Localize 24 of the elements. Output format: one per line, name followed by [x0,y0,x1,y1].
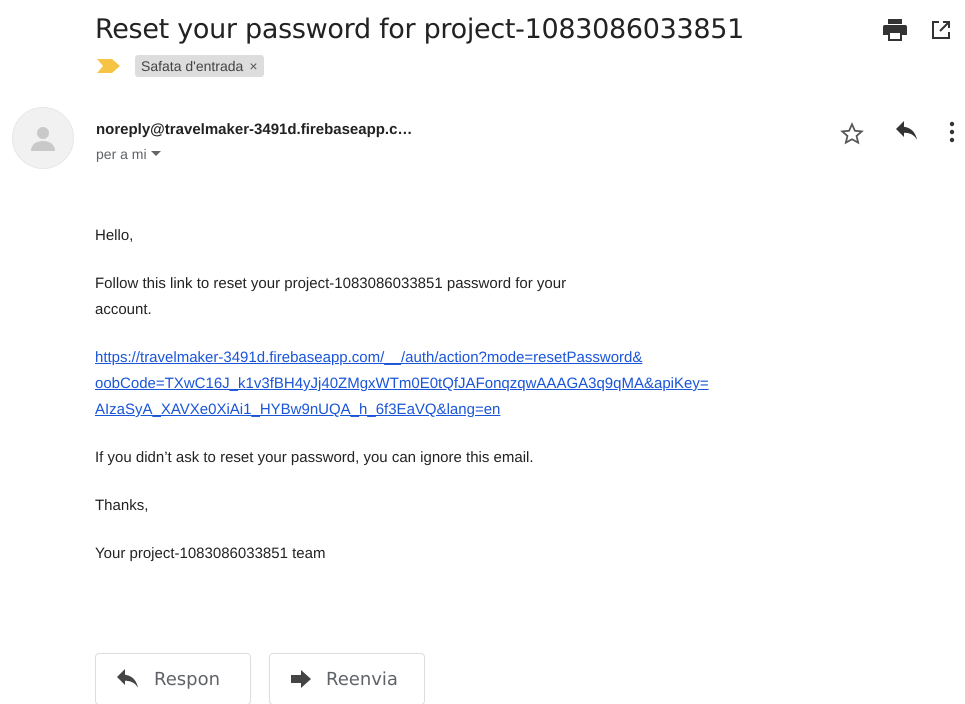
forward-button[interactable]: Reenvia [269,653,425,704]
person-icon [30,125,56,151]
closing-text: Thanks, [95,496,150,516]
forward-icon [290,670,312,688]
print-icon[interactable] [883,18,907,40]
recipient-dropdown[interactable]: per a mi [96,146,161,162]
body-paragraph: Follow this link to reset your project-1083086033851 password for your account. [95,274,568,320]
email-subject: Reset your password for project-1083086033851 [95,14,746,45]
caret-icon [150,151,161,157]
label-text: Safata d'entrada [141,58,244,74]
body-paragraph: If you didn’t ask to reset your password, you can ignore this email. [95,448,535,468]
star-icon[interactable] [839,121,865,147]
importance-marker-icon[interactable] [97,59,121,73]
more-options-icon[interactable] [949,121,955,143]
reply-button[interactable] [895,121,919,141]
signature-text: Your project-1083086033851 team [95,544,326,564]
open-in-new-window-icon[interactable] [931,20,951,40]
reset-link[interactable]: https://travelmaker-3491d.firebaseapp.com/__/auth/action?mode=resetPassword& oobCode=TXwC16J_k1v3fBH4yJj40ZMgxWTm0E0tQfJAFonqzqwAAAGA3q9qMA&apiKey= AIzaSyA_XAVXe0XiAi1_HYBw9nUQA_h_6f3EaVQ&lang=en [95,345,709,423]
remove-label-button[interactable]: × [249,58,258,74]
greeting-text: Hello, [95,226,134,246]
reply-icon [116,669,140,689]
reply-button[interactable]: Respon [95,653,251,704]
sender-address: noreply@travelmaker-3491d.firebaseapp.c… [96,121,414,138]
reply-icon [895,121,919,141]
